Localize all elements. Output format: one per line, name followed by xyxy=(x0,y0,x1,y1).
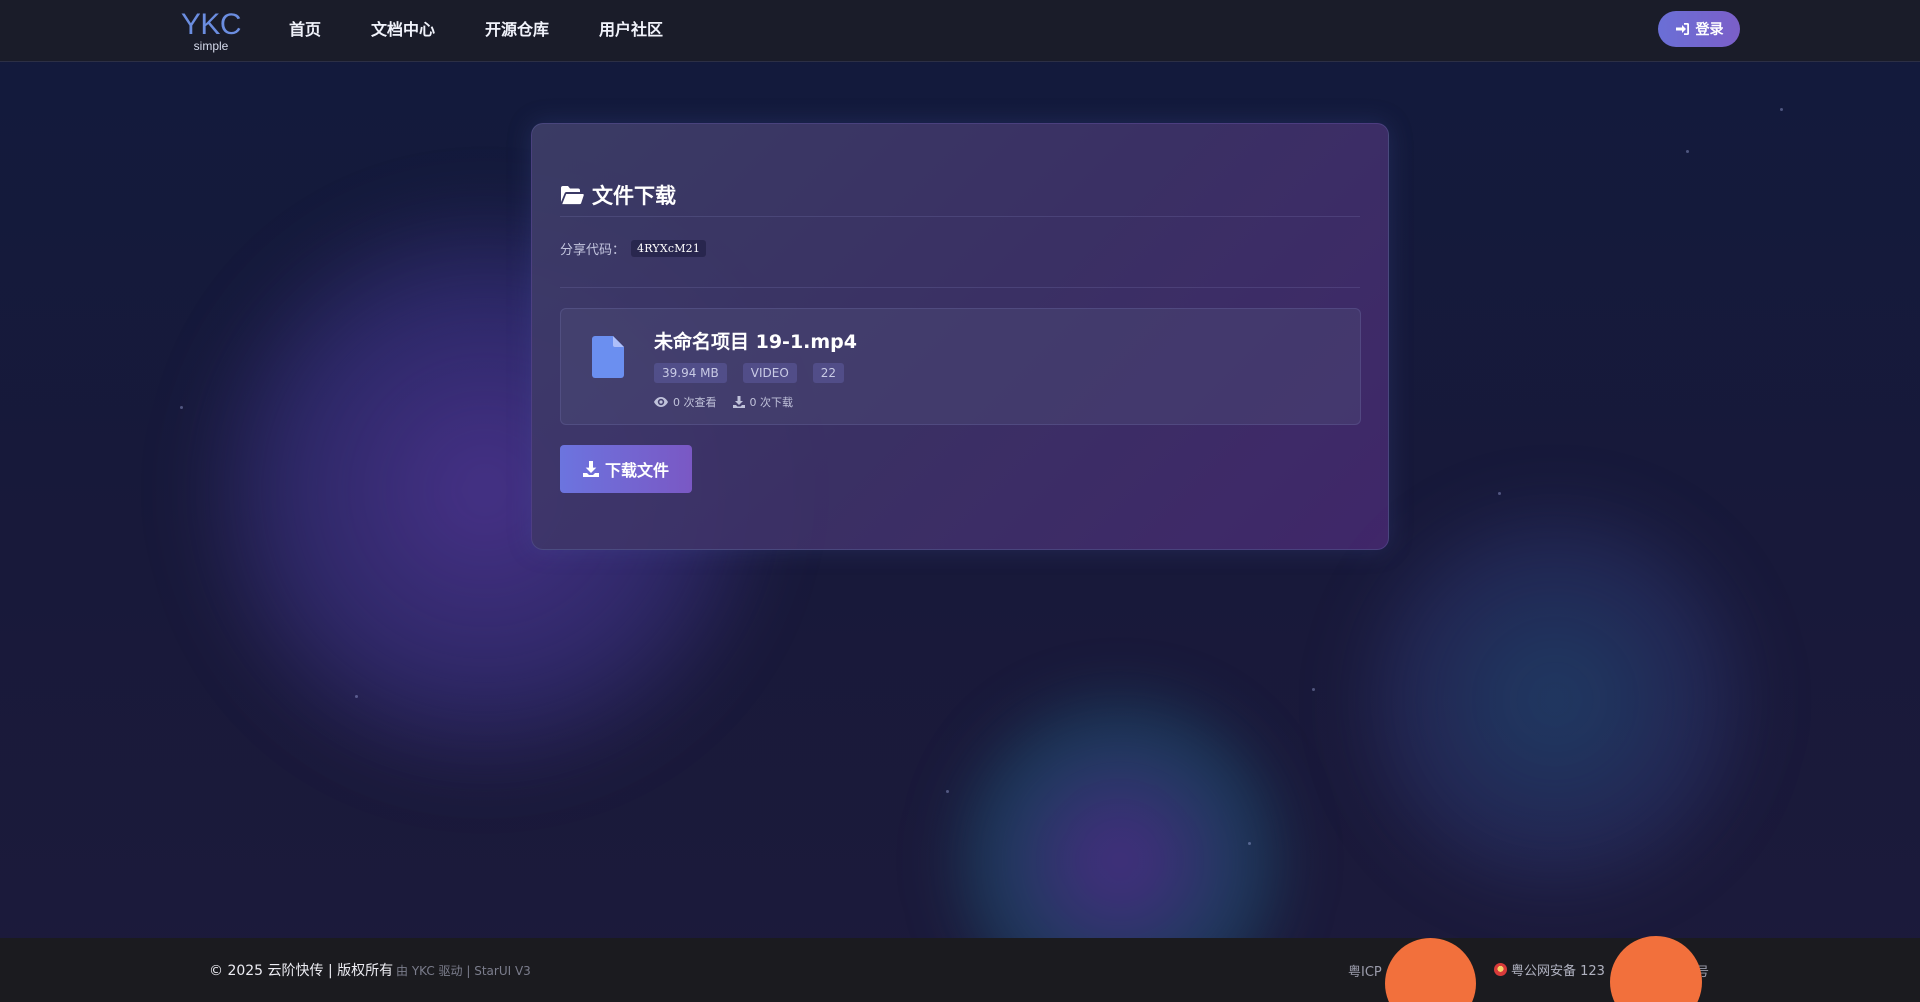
share-code-label: 分享代码： xyxy=(560,242,626,258)
divider xyxy=(560,216,1360,217)
police-emblem-icon xyxy=(1494,963,1507,976)
file-icon xyxy=(592,336,624,378)
view-count-text: 0 次查看 xyxy=(673,396,717,409)
background-glow xyxy=(1345,490,1765,910)
file-name: 未命名项目 19-1.mp4 xyxy=(654,331,857,353)
police-record-link[interactable]: 粤公网安备 123 xyxy=(1494,960,1605,979)
background-star xyxy=(1686,150,1689,153)
share-code-value[interactable]: 4RYXcM21 xyxy=(631,239,707,257)
powered-by-text: 由 YKC 驱动 | StarUI V3 xyxy=(396,964,531,978)
file-info-box: 未命名项目 19-1.mp4 39.94 MB VIDEO 22 0 次查看 0… xyxy=(560,308,1361,425)
card-title: 文件下载 xyxy=(560,180,676,210)
view-count: 0 次查看 xyxy=(654,394,717,410)
download-file-button[interactable]: 下载文件 xyxy=(560,445,692,493)
logo-text: YKC xyxy=(180,8,242,41)
file-download-card: 文件下载 分享代码： 4RYXcM21 未命名项目 19-1.mp4 39.94… xyxy=(531,123,1389,550)
nav-link-community[interactable]: 用户社区 xyxy=(599,18,663,42)
background-star xyxy=(1780,108,1783,111)
icp-link[interactable]: 粤ICP xyxy=(1348,961,1382,980)
nav-link-home[interactable]: 首页 xyxy=(289,18,321,42)
background-star xyxy=(1312,688,1315,691)
file-type-badge: VIDEO xyxy=(742,363,797,383)
share-code-row: 分享代码： 4RYXcM21 xyxy=(560,237,707,259)
logo[interactable]: YKC simple xyxy=(180,8,242,53)
top-navbar: YKC simple 首页 文档中心 开源仓库 用户社区 登录 xyxy=(0,0,1920,62)
page: YKC simple 首页 文档中心 开源仓库 用户社区 登录 文件下载 分享代… xyxy=(0,0,1920,1002)
police-record-text: 粤公网安备 123 xyxy=(1511,964,1605,979)
copyright-text: © 2025 云阶快传 | 版权所有 xyxy=(209,963,394,979)
download-icon xyxy=(732,396,745,408)
file-size-badge: 39.94 MB xyxy=(654,363,727,383)
file-extra-badge: 22 xyxy=(812,363,845,383)
nav-link-open-source[interactable]: 开源仓库 xyxy=(485,18,549,42)
background-star xyxy=(946,790,949,793)
file-stats: 0 次查看 0 次下载 xyxy=(654,394,793,410)
login-button[interactable]: 登录 xyxy=(1658,11,1740,47)
download-icon xyxy=(582,461,599,477)
logo-subtext: simple xyxy=(193,39,229,53)
file-tags: 39.94 MB VIDEO 22 xyxy=(654,363,845,383)
download-file-label: 下载文件 xyxy=(604,461,669,480)
eye-icon xyxy=(654,397,668,407)
login-label: 登录 xyxy=(1695,22,1724,38)
download-count: 0 次下载 xyxy=(732,394,794,410)
background-star xyxy=(180,406,183,409)
folder-open-icon xyxy=(561,186,584,205)
background-star xyxy=(1248,842,1251,845)
nav-link-docs[interactable]: 文档中心 xyxy=(371,18,435,42)
sign-in-icon xyxy=(1675,23,1689,35)
background-star xyxy=(1498,492,1501,495)
divider xyxy=(560,287,1360,288)
background-star xyxy=(355,695,358,698)
download-count-text: 0 次下载 xyxy=(749,396,794,409)
nav-links: 首页 文档中心 开源仓库 用户社区 xyxy=(289,18,663,42)
card-title-text: 文件下载 xyxy=(592,184,676,208)
